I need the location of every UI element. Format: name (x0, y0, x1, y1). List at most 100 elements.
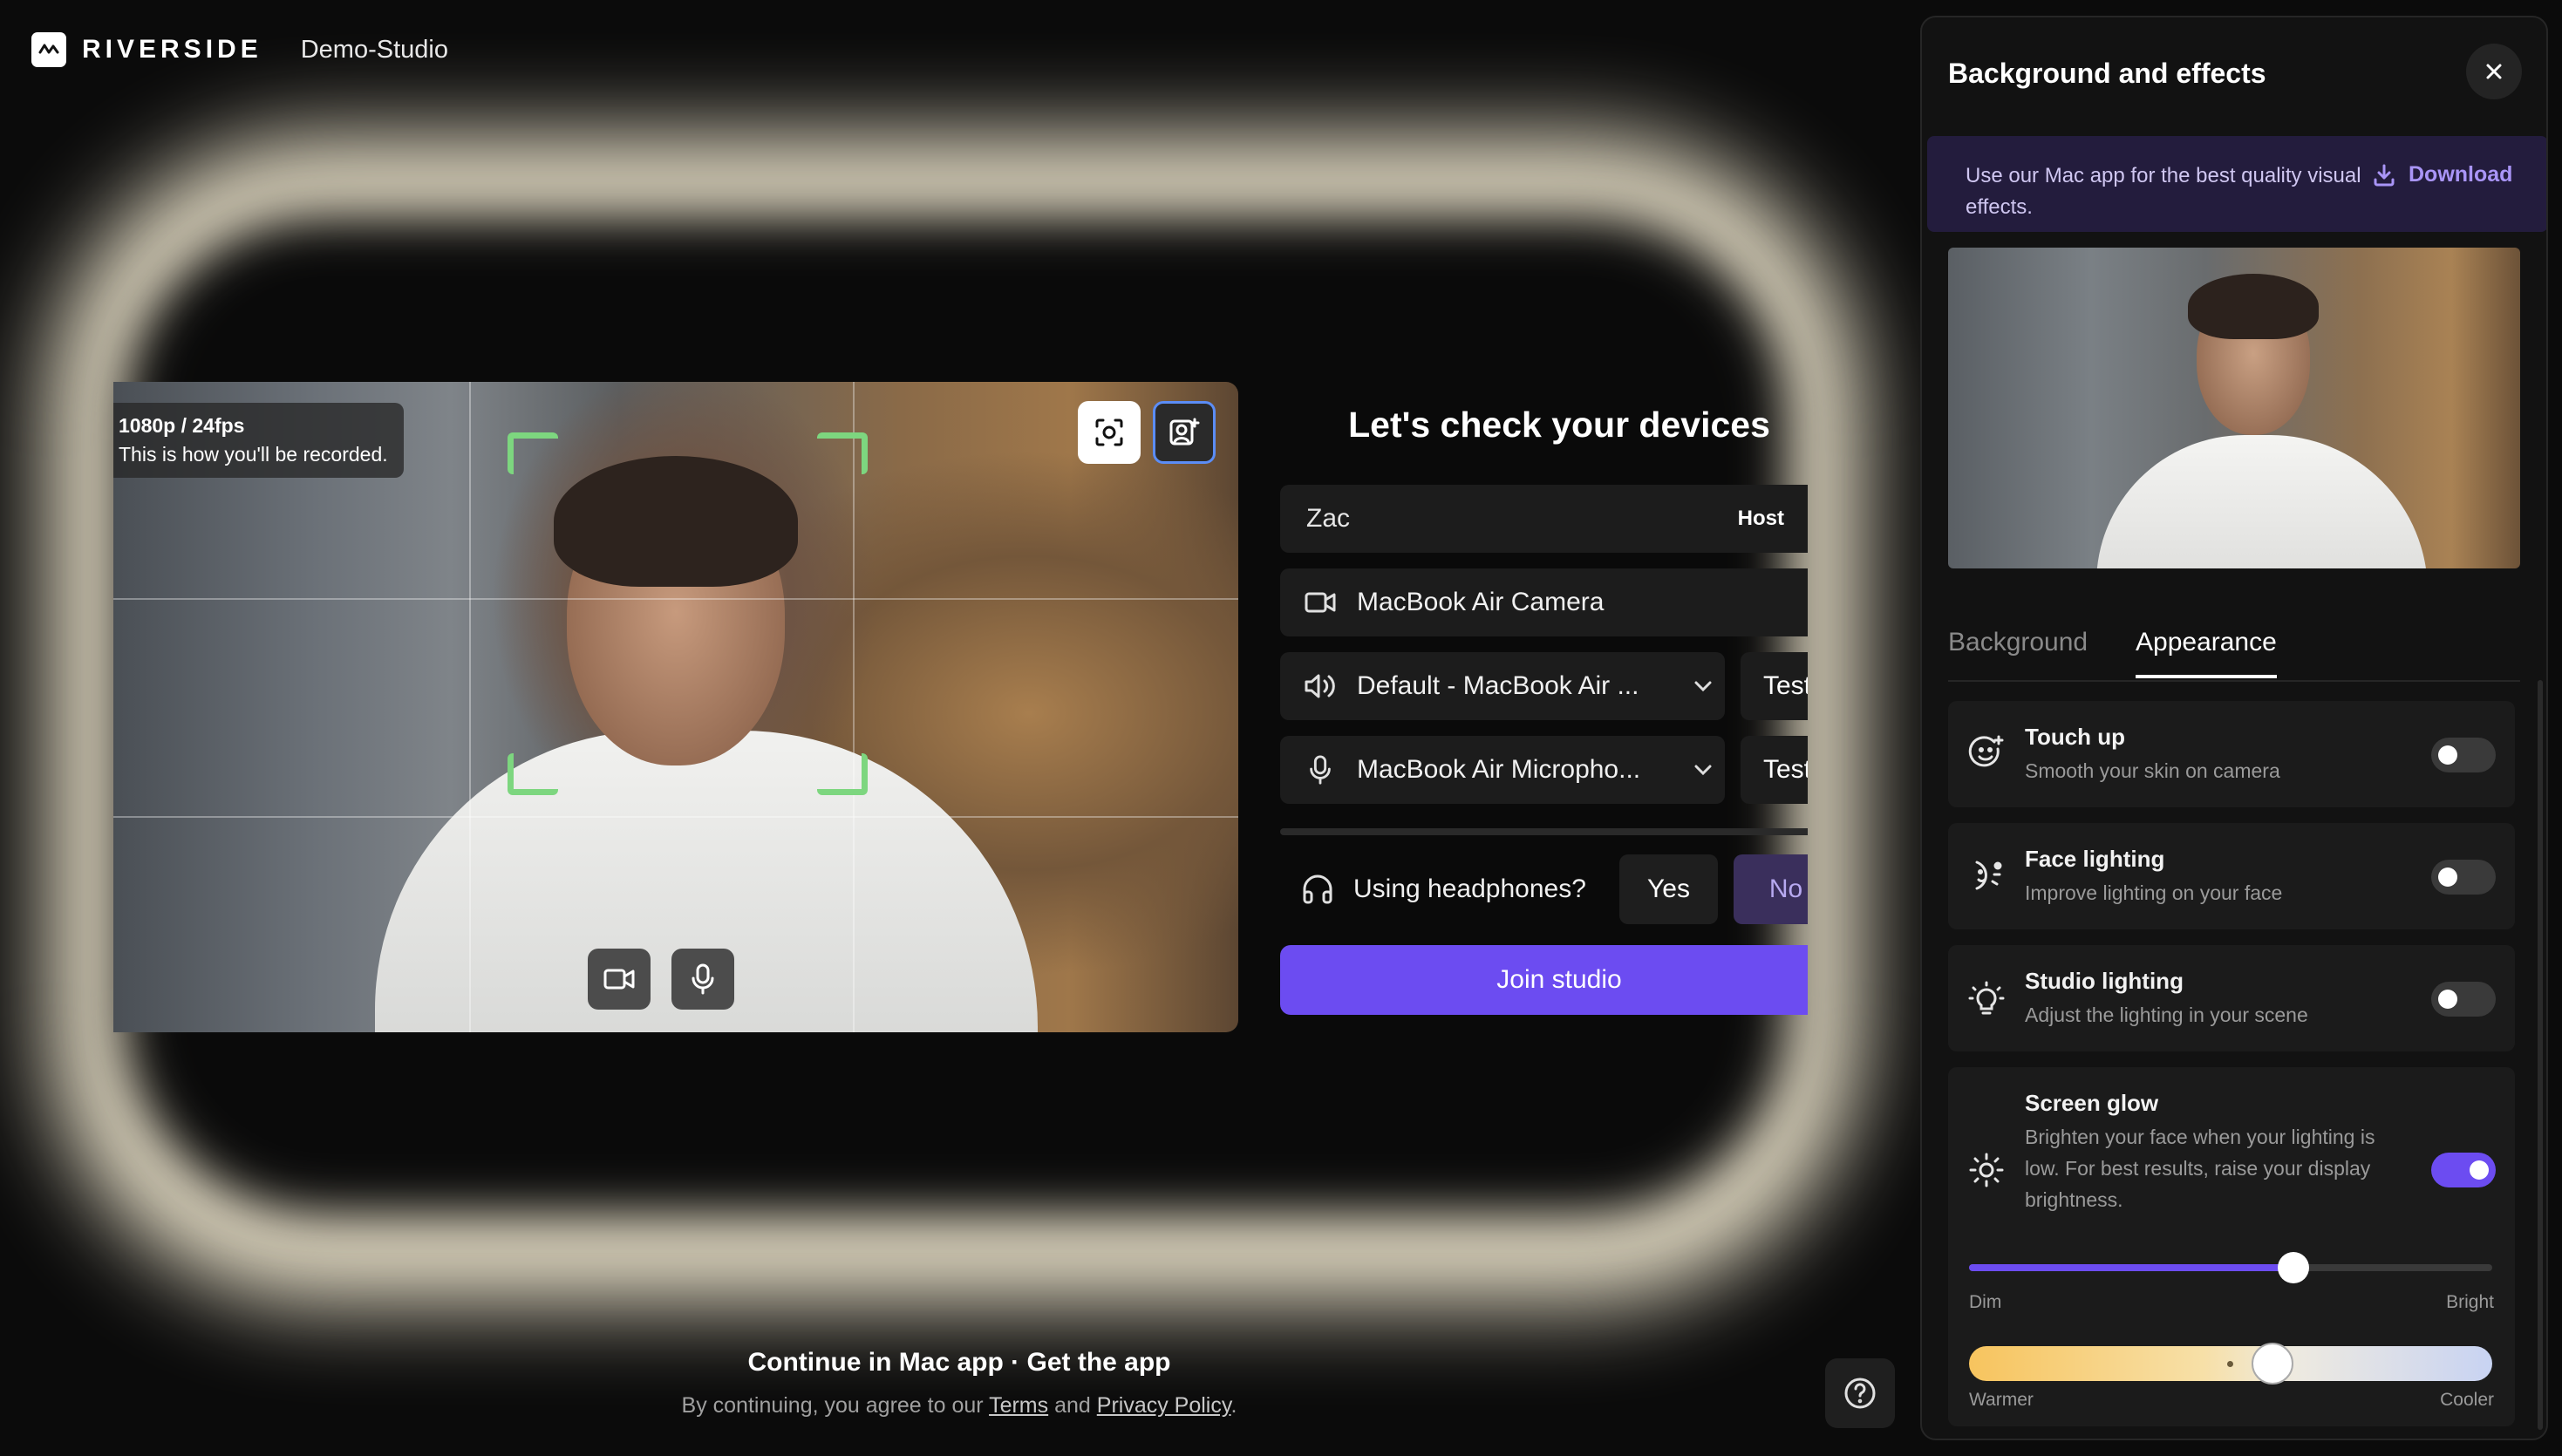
legal-and: and (1054, 1393, 1091, 1418)
grid-line (113, 598, 1238, 600)
microphone-icon (692, 963, 714, 995)
sun-icon (1967, 1151, 2006, 1189)
recording-quality-badge: 1080p / 24fps This is how you'll be reco… (113, 403, 404, 478)
screen-glow-toggle[interactable] (2431, 1153, 2496, 1187)
focus-frame-icon (1095, 418, 1123, 446)
privacy-policy-link[interactable]: Privacy Policy (1097, 1393, 1231, 1418)
microphone-icon (1310, 755, 1331, 785)
headphones-question: Using headphones? (1353, 874, 1586, 903)
test-microphone-button[interactable]: Test (1741, 736, 1808, 804)
effects-preview-image (1948, 248, 2520, 568)
headphones-icon (1303, 874, 1332, 904)
brightness-slider[interactable] (1969, 1252, 2492, 1283)
speaker-select[interactable]: Default - MacBook Air ... (1280, 652, 1725, 720)
studio-lighting-toggle[interactable] (2431, 982, 2496, 1017)
riverside-logo-icon[interactable] (31, 32, 66, 67)
temperature-max-label: Cooler (2440, 1390, 2494, 1410)
grid-line (853, 382, 855, 1032)
close-panel-button[interactable] (2466, 44, 2522, 99)
face-frame-corner (508, 753, 558, 795)
camera-toggle-button[interactable] (588, 949, 651, 1010)
studio-lighting-title: Studio lighting (2025, 968, 2184, 994)
framing-button[interactable] (1078, 401, 1141, 464)
mac-app-banner: Use our Mac app for the best quality vis… (1927, 136, 2546, 232)
mic-toggle-button[interactable] (671, 949, 734, 1010)
effects-button[interactable] (1153, 401, 1216, 464)
brightness-slider-fill (1969, 1264, 2293, 1271)
mic-level-meter (1280, 828, 1808, 835)
speaker-select-value: Default - MacBook Air ... (1357, 671, 1639, 700)
face-lighting-card: Face lighting Improve lighting on your f… (1948, 823, 2515, 929)
brightness-max-label: Bright (2446, 1292, 2494, 1312)
screen-glow-card: Screen glow Brighten your face when your… (1948, 1067, 2515, 1426)
device-check-title: Let's check your devices (1348, 405, 1770, 445)
download-button[interactable]: Download (2372, 162, 2512, 187)
face-lighting-toggle[interactable] (2431, 860, 2496, 895)
device-check-panel: Let's check your devices Zac Host MacBoo… (1280, 382, 1808, 1018)
recording-note: This is how you'll be recorded. (119, 443, 388, 466)
chevron-down-icon[interactable] (1681, 765, 1725, 775)
close-icon (2486, 64, 2502, 79)
role-select[interactable]: Host (1738, 507, 1784, 531)
screen-glow-title: Screen glow (2025, 1090, 2159, 1116)
headphones-no-button[interactable]: No (1734, 854, 1808, 924)
studio-lighting-card: Studio lighting Adjust the lighting in y… (1948, 945, 2515, 1051)
download-label: Download (2409, 162, 2513, 187)
grid-line (469, 382, 471, 1032)
face-lighting-title: Face lighting (2025, 846, 2165, 872)
test-speaker-button[interactable]: Test (1741, 652, 1808, 720)
camera-icon (603, 969, 635, 990)
background-effects-panel: Background and effects Use our Mac app f… (1920, 16, 2548, 1440)
face-frame-corner (817, 432, 868, 474)
touch-up-subtitle: Smooth your skin on camera (2025, 759, 2280, 782)
studio-name: Demo-Studio (300, 35, 448, 64)
terms-link[interactable]: Terms (989, 1393, 1048, 1418)
brightness-slider-thumb[interactable] (2278, 1252, 2309, 1283)
footer: Continue in Mac app · Get the app By con… (610, 1348, 1308, 1419)
headphones-yes-button[interactable]: Yes (1619, 854, 1718, 924)
legal-prefix: By continuing, you agree to our (681, 1393, 984, 1418)
camera-icon (1305, 592, 1336, 613)
grid-line (113, 816, 1238, 818)
camera-select[interactable]: MacBook Air Camera (1280, 568, 1808, 636)
chevron-down-icon[interactable] (1795, 514, 1808, 524)
name-input[interactable]: Zac (1306, 504, 1738, 534)
mac-app-banner-text: Use our Mac app for the best quality vis… (1966, 164, 2361, 219)
face-frame-corner (508, 432, 558, 474)
legal-notice: By continuing, you agree to our Terms an… (610, 1393, 1308, 1419)
headphones-row: Using headphones? Yes No (1280, 854, 1808, 924)
face-frame-corner (817, 753, 868, 795)
temperature-center-marker (2227, 1361, 2233, 1367)
chevron-down-icon[interactable] (1795, 597, 1808, 608)
preview-person-hair (2188, 274, 2319, 339)
test-microphone-label: Test (1763, 755, 1808, 784)
tab-background[interactable]: Background (1948, 628, 2088, 675)
panel-scrollbar[interactable] (2538, 680, 2543, 1430)
temperature-min-label: Warmer (1969, 1390, 2034, 1410)
top-bar: RIVERSIDE Demo-Studio (31, 31, 448, 68)
color-temperature-thumb[interactable] (2252, 1343, 2293, 1385)
name-field[interactable]: Zac Host (1280, 485, 1808, 553)
smile-sparkle-icon (1967, 734, 2006, 772)
download-icon (2374, 164, 2395, 186)
camera-preview: 1080p / 24fps This is how you'll be reco… (113, 382, 1238, 1032)
touch-up-title: Touch up (2025, 724, 2126, 750)
camera-select-value: MacBook Air Camera (1357, 588, 1605, 616)
continue-in-mac-app-link[interactable]: Continue in Mac app · Get the app (610, 1348, 1308, 1378)
preview-person-hair (554, 456, 798, 587)
brand-name: RIVERSIDE (82, 35, 262, 64)
help-icon (1844, 1378, 1876, 1409)
tab-appearance[interactable]: Appearance (2136, 628, 2277, 678)
person-sparkle-icon (1169, 418, 1200, 446)
help-button[interactable] (1825, 1358, 1895, 1428)
brightness-min-label: Dim (1969, 1292, 2002, 1312)
touch-up-card: Touch up Smooth your skin on camera (1948, 701, 2515, 807)
face-light-icon (1967, 856, 2006, 895)
microphone-select[interactable]: MacBook Air Micropho... (1280, 736, 1725, 804)
screen-glow-subtitle: Brighten your face when your lighting is… (2025, 1126, 2375, 1211)
color-temperature-slider[interactable] (1969, 1343, 2492, 1385)
join-studio-button[interactable]: Join studio (1280, 945, 1808, 1015)
effects-tabs: Background Appearance (1948, 619, 2520, 682)
chevron-down-icon[interactable] (1681, 681, 1725, 691)
touch-up-toggle[interactable] (2431, 738, 2496, 772)
